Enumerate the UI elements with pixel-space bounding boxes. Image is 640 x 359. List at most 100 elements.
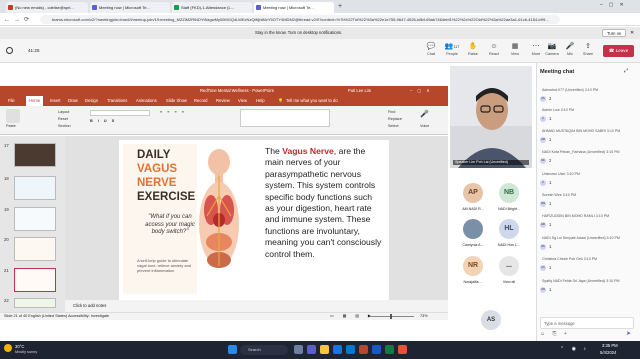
browser-tab[interactable]: Meeting now | Microsoft Te... [90,2,170,13]
close-icon[interactable]: ✕ [630,27,634,39]
app-icon[interactable] [398,345,407,354]
select-button[interactable]: Select [388,124,399,128]
participant-name: NADI Hon L... [497,243,521,247]
current-slide[interactable]: DAILY VAGUS NERVE EXERCISE "What if you … [119,140,389,300]
view-all-icon[interactable]: ... [499,256,519,276]
url-field[interactable]: teams.microsoft.com/v2/?meetingjoin=true… [40,15,560,24]
chat-message-text: 1 [549,180,552,185]
menu-view[interactable]: View [238,96,247,106]
chat-format-icons[interactable]: ☺ ⎘ + [540,331,570,337]
menu-design[interactable]: Design [85,96,98,106]
excel-icon[interactable] [385,345,394,354]
zoom-slider[interactable] [370,316,414,317]
people-button[interactable]: 👥117 People [441,42,463,62]
participant-avatar[interactable]: NR [463,256,483,276]
chrome-icon[interactable] [333,345,342,354]
speaker-name-label: Speaker Lim Poh Lai (Unverified) [453,160,529,165]
reset-button[interactable]: Reset [58,117,68,121]
word-icon[interactable] [372,345,381,354]
menu-animations[interactable]: Animations [136,96,157,106]
react-button[interactable]: ☺ React [483,42,505,62]
participant-avatar[interactable]: NB [499,183,519,203]
slide-body-text: The Vagus Nerve, are the main nerves of … [265,146,382,259]
chat-input[interactable]: Type a message [540,317,634,329]
outlook-icon[interactable] [346,345,355,354]
send-icon[interactable]: ➤ [626,330,631,337]
menu-home[interactable]: Home [26,96,44,106]
participant-avatar[interactable]: AS [481,310,501,330]
browser-tab-active[interactable]: Meeting now | Microsoft Te... [254,2,334,13]
participant-avatar[interactable]: AP [463,183,483,203]
slide-number: 17 [4,143,9,148]
view-buttons[interactable]: ▭ ▦ ▤ ▶ [330,313,375,320]
menu-record[interactable]: Record [194,96,208,106]
dictate-button[interactable]: Voice [420,124,429,128]
slide-thumbnail[interactable] [14,143,56,167]
chat-avatar: SW [540,201,546,207]
chat-message-text: 2 [549,96,552,101]
system-tray-icons[interactable]: ⌃ ◉ ♪ [560,346,589,352]
paste-button[interactable]: Paste [6,124,16,128]
font-format-buttons[interactable]: B I U S [90,119,150,125]
browser-tab[interactable]: Staff (FKD)-1-Attendance (L... [172,2,252,13]
speaker-video [450,66,532,168]
chat-message-meta: NADI Sg Lui Senyale Adam (Unverified) 3:… [542,236,620,240]
slide-thumbnail[interactable] [14,207,56,231]
tell-me-search[interactable]: Tell me what you want to do [286,96,338,106]
chat-avatar: AM [540,137,546,143]
window-controls[interactable]: –▢✕ [600,2,630,8]
font-selector[interactable] [90,110,150,116]
menu-slideshow[interactable]: Slide Show [166,96,187,106]
browser-tab[interactable]: (No new emails) - cdelise@spri... [6,2,88,13]
slide-thumbnail[interactable] [14,298,56,308]
chat-button[interactable]: 💬 Chat [420,42,442,62]
people-icon: 👥117 [444,43,460,50]
paragraph-buttons[interactable]: ≡ ≡ ≡ ≡ [160,110,220,116]
notes-pane[interactable]: Click to add notes [65,300,448,312]
new-tab-button[interactable]: + [338,2,342,11]
chat-avatar: HR [540,222,546,228]
browser-tab-bar: (No new emails) - cdelise@spri... Meetin… [0,0,640,13]
view-all-button[interactable]: View all [491,280,527,284]
popout-icon[interactable]: ⤢ [624,68,628,74]
participant-name: AM NADI R... [462,207,484,211]
clock-time: 3:35 PM [602,343,618,348]
powerpoint-icon[interactable] [359,345,368,354]
menu-help[interactable]: Help [256,96,265,106]
participant-name: Norajallia ... [463,280,483,284]
replace-button[interactable]: Replace [388,117,402,121]
view-icon: ▦ [511,43,519,50]
file-explorer-icon[interactable] [320,345,329,354]
shapes-gallery[interactable] [240,109,330,127]
participant-avatar-photo[interactable] [463,219,483,239]
section-button[interactable]: Section [58,124,71,128]
share-button[interactable]: ⇪ Share [577,42,599,62]
taskbar-search[interactable]: Search [240,345,288,355]
menu-file[interactable]: File [8,96,15,106]
turn-on-button[interactable]: Turn on [602,29,627,37]
slide-quote: "What if you can access your magic body … [145,214,195,235]
share-icon: ⇪ [585,43,591,50]
menu-review[interactable]: Review [216,96,230,106]
windows-start-icon[interactable] [228,345,237,354]
slide-thumbnail[interactable] [14,237,56,261]
window-controls[interactable]: –▢✕ [410,86,435,96]
menu-draw[interactable]: Draw [68,96,78,106]
nav-buttons[interactable]: ←→⟳ [4,16,33,23]
view-button[interactable]: ▦ View [504,42,526,62]
menu-transitions[interactable]: Transitions [107,96,127,106]
slide-thumbnail[interactable] [14,176,56,200]
mic-icon: 🎤 [420,111,429,118]
slide-thumbnail-selected[interactable] [14,268,56,292]
slide-highlight: Vagus Nerve [282,146,334,156]
layout-button[interactable]: Layout [58,110,69,114]
leave-button[interactable]: ☎ Leave [603,45,634,57]
find-button[interactable]: Find [388,110,395,114]
zoom-slider-thumb[interactable] [390,314,392,319]
raise-hand-button[interactable]: ✋ Raise [462,42,484,62]
task-view-icon[interactable] [294,345,303,354]
participant-avatar[interactable]: HL [499,219,519,239]
teams-icon[interactable] [307,345,316,354]
menu-insert[interactable]: Insert [50,96,60,106]
chat-message-meta: Christina Cheah Poh Gek 3:10 PM [542,257,598,261]
